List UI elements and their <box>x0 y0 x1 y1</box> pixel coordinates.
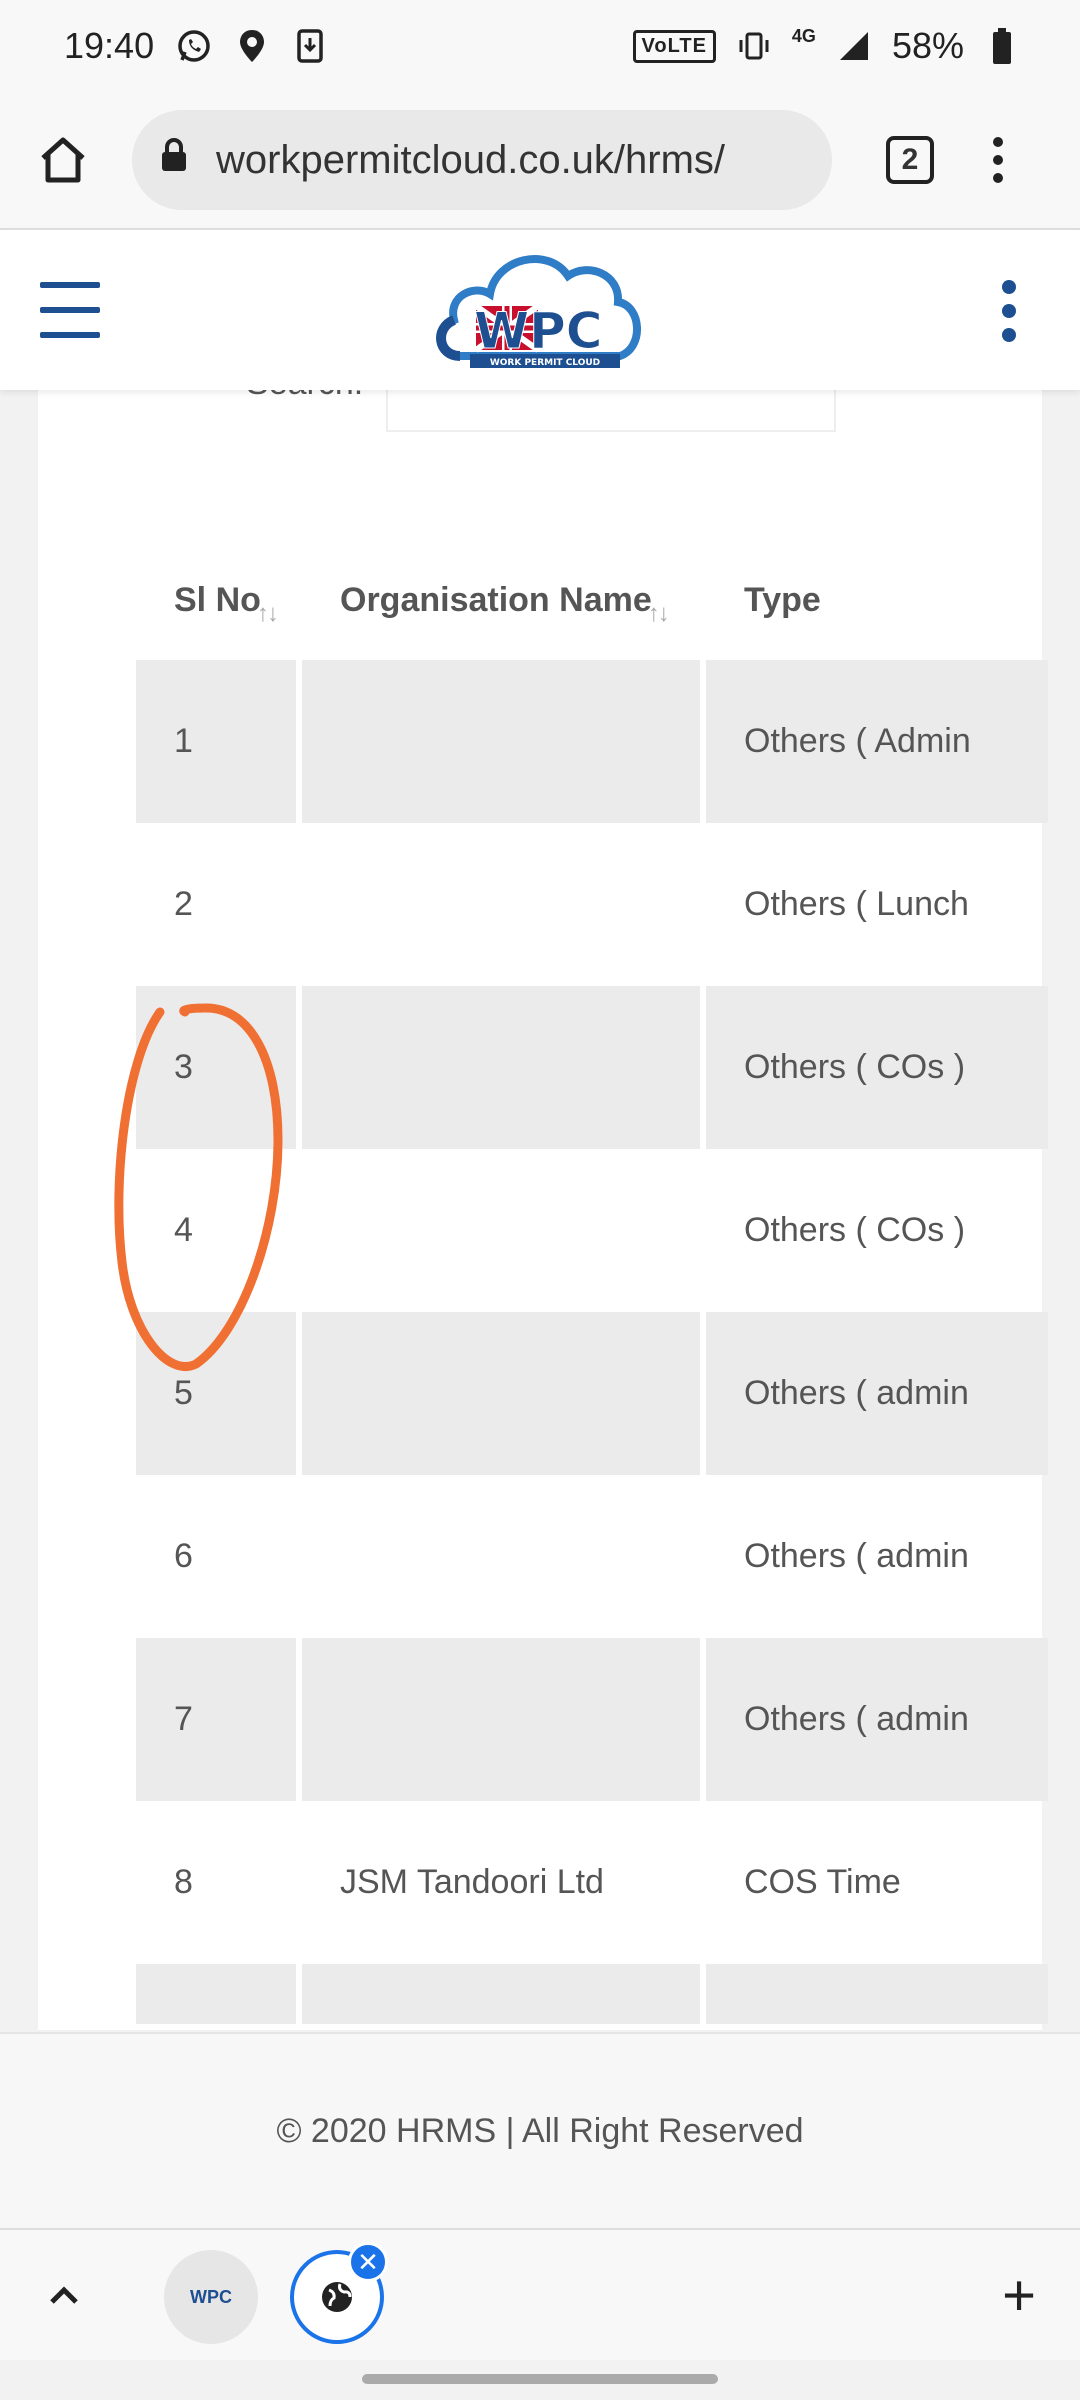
cell-sl-no: 7 <box>136 1638 302 1801</box>
cell-sl-no: 2 <box>174 885 193 923</box>
cell-sl-no: 5 <box>136 1312 302 1475</box>
cell-sl-no: 8 <box>174 1863 193 1901</box>
cell-organisation <box>302 986 706 1149</box>
column-label: Sl No <box>174 580 261 619</box>
cell-organisation: JSM Tandoori Ltd <box>340 1863 604 1901</box>
browser-toolbar: workpermitcloud.co.uk/hrms/ 2 <box>0 92 1080 228</box>
url-text: workpermitcloud.co.uk/hrms/ <box>216 137 726 182</box>
table-row: 5 Others ( admin <box>136 1312 1048 1475</box>
cell-sl-no: 4 <box>174 1211 193 1249</box>
download-icon <box>292 28 328 64</box>
table-row: 1 Others ( Admin <box>136 660 1048 823</box>
cell-sl-no: 6 <box>174 1537 193 1575</box>
cell-organisation <box>302 1964 706 2024</box>
page-footer: © 2020 HRMS | All Right Reserved <box>0 2032 1080 2228</box>
tab-switcher-button[interactable]: 2 <box>886 136 934 184</box>
cell-organisation <box>302 1312 706 1475</box>
cell-type: Others ( COs ) <box>744 1211 966 1249</box>
cell-type: Others ( admin <box>744 1537 969 1575</box>
cell-organisation <box>302 1475 706 1638</box>
cell-type: Others ( admin <box>706 1312 1048 1475</box>
signal-icon <box>836 28 872 64</box>
whatsapp-icon <box>176 28 212 64</box>
column-header-sl-no[interactable]: Sl No ↑↓ <box>136 580 302 628</box>
battery-icon <box>984 28 1020 64</box>
cell-type: Others ( admin <box>706 1638 1048 1801</box>
logo-text: WPC <box>474 302 603 360</box>
table-row: 3 Others ( COs ) <box>136 986 1048 1149</box>
table-row: 8 JSM Tandoori Ltd COS Time <box>136 1801 1048 1964</box>
status-bar: 19:40 VoLTE 4G 58% <box>0 0 1080 92</box>
wpc-logo[interactable]: WPC WORK PERMIT CLOUD <box>430 236 650 386</box>
cell-type <box>706 1964 1048 2024</box>
table-row: 2 Others ( Lunch <box>136 823 1048 986</box>
logo-subtext: WORK PERMIT CLOUD <box>490 358 600 368</box>
home-icon[interactable] <box>30 127 96 193</box>
close-tab-icon[interactable]: ✕ <box>348 2242 388 2282</box>
table-header: Sl No ↑↓ Organisation Name ↑↓ Type <box>136 540 1048 660</box>
cell-type: COS Time <box>744 1863 901 1901</box>
cell-type: Others ( COs ) <box>706 986 1048 1149</box>
site-header: WPC WORK PERMIT CLOUD <box>0 228 1080 390</box>
vibrate-icon <box>736 28 772 64</box>
table-row <box>136 1964 1048 2024</box>
cell-sl-no <box>136 1964 302 2024</box>
table-row: 6 Others ( admin <box>136 1475 1048 1638</box>
organisation-table: Sl No ↑↓ Organisation Name ↑↓ Type 1 Other… <box>136 540 1048 2024</box>
content-card: Search: Sl No↑↓ Organisation Name↑↓ Type… <box>38 364 1048 2030</box>
tab-thumbnail-wpc[interactable]: WPC <box>164 2250 258 2344</box>
chevron-up-icon[interactable] <box>44 2276 84 2316</box>
search-input[interactable] <box>386 384 836 432</box>
lock-icon <box>160 137 188 183</box>
battery-percent: 58% <box>891 25 964 66</box>
cell-type: Others ( Admin <box>706 660 1048 823</box>
network-type: 4G <box>791 25 816 46</box>
cell-type: Others ( Lunch <box>744 885 969 923</box>
location-icon <box>234 28 270 64</box>
volte-badge: VoLTE <box>632 29 716 63</box>
cell-organisation <box>302 823 706 986</box>
site-menu-icon[interactable] <box>1002 280 1016 342</box>
table-row: 4 Others ( COs ) <box>136 1149 1048 1312</box>
hamburger-menu-icon[interactable] <box>40 282 100 338</box>
sort-icon: ↑↓ <box>647 600 670 627</box>
browser-menu-icon[interactable] <box>978 137 1018 183</box>
gesture-nav-bar[interactable] <box>362 2374 718 2384</box>
column-label: Organisation Name <box>340 580 652 619</box>
cell-organisation <box>302 1638 706 1801</box>
cell-sl-no: 3 <box>136 986 302 1149</box>
column-label: Type <box>744 580 821 619</box>
status-time: 19:40 <box>64 25 155 66</box>
address-bar[interactable]: workpermitcloud.co.uk/hrms/ <box>132 110 832 210</box>
column-header-type[interactable]: Type <box>706 581 1048 620</box>
column-header-organisation-name[interactable]: Organisation Name ↑↓ <box>302 580 706 628</box>
table-row: 7 Others ( admin <box>136 1638 1048 1801</box>
bottom-tab-strip: WPC ✕ + <box>0 2228 1080 2360</box>
copyright-text: © 2020 HRMS | All Right Reserved <box>276 2111 804 2150</box>
globe-icon <box>322 2282 352 2312</box>
cell-sl-no: 1 <box>136 660 302 823</box>
new-tab-icon[interactable]: + <box>994 2266 1044 2326</box>
tab-thumbnail-label: WPC <box>190 2286 232 2307</box>
sort-icon: ↑↓ <box>256 600 279 627</box>
cell-organisation <box>302 1149 706 1312</box>
cell-organisation <box>302 660 706 823</box>
